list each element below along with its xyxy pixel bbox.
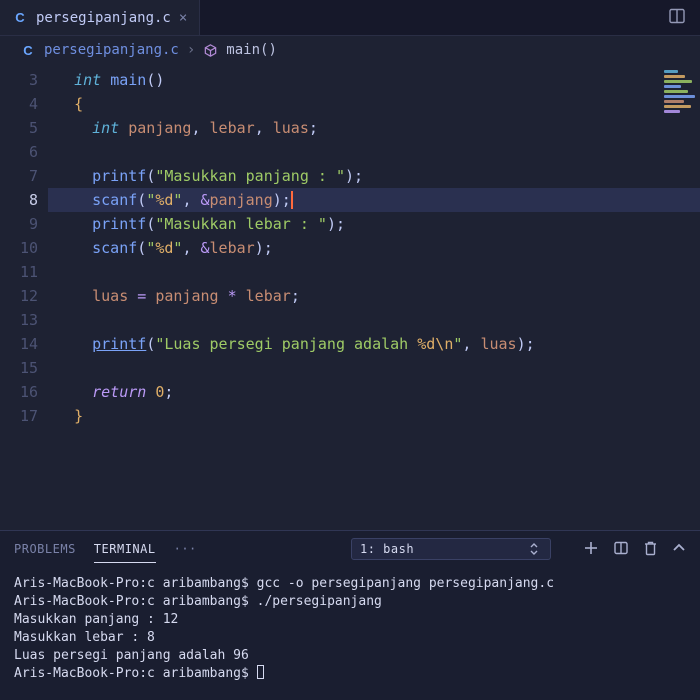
maximize-panel-icon[interactable]: [672, 542, 686, 556]
bottom-panel: PROBLEMS TERMINAL ··· 1: bash Aris-Ma: [0, 530, 700, 700]
line-number-gutter: 34567891011121314151617: [0, 68, 52, 428]
terminal-line: Aris-MacBook-Pro:c aribambang$ gcc -o pe…: [14, 575, 686, 593]
line-number: 15: [0, 356, 38, 380]
line-number: 17: [0, 404, 38, 428]
line-number: 7: [0, 164, 38, 188]
line-number: 14: [0, 332, 38, 356]
terminal-select-label: 1: bash: [360, 542, 414, 556]
code-area[interactable]: int main() { int panjang, lebar, luas; p…: [52, 68, 700, 428]
panel-more-icon[interactable]: ···: [174, 542, 197, 556]
line-number: 8: [0, 188, 38, 212]
close-tab-icon[interactable]: ×: [179, 10, 187, 26]
code-line[interactable]: }: [52, 404, 700, 428]
terminal-line: Masukkan lebar : 8: [14, 629, 686, 647]
code-line[interactable]: return 0;: [52, 380, 700, 404]
terminal-cursor: [257, 665, 264, 679]
select-arrows-icon: [526, 543, 542, 555]
editor[interactable]: 34567891011121314151617 int main() { int…: [0, 66, 700, 524]
line-number: 9: [0, 212, 38, 236]
code-line[interactable]: printf("Masukkan panjang : ");: [52, 164, 700, 188]
terminal-line: Aris-MacBook-Pro:c aribambang$ ./persegi…: [14, 593, 686, 611]
line-number: 12: [0, 284, 38, 308]
code-line[interactable]: int main(): [52, 68, 700, 92]
breadcrumb[interactable]: C persegipanjang.c › main(): [0, 36, 700, 66]
code-line[interactable]: [52, 140, 700, 164]
code-line[interactable]: printf("Luas persegi panjang adalah %d\n…: [52, 332, 700, 356]
code-line[interactable]: [52, 356, 700, 380]
symbol-method-icon: [203, 43, 218, 58]
terminal-line: Masukkan panjang : 12: [14, 611, 686, 629]
code-line[interactable]: luas = panjang * lebar;: [52, 284, 700, 308]
chevron-right-icon: ›: [187, 42, 195, 58]
code-line[interactable]: printf("Masukkan lebar : ");: [52, 212, 700, 236]
split-editor-icon[interactable]: [654, 7, 700, 29]
tab-problems[interactable]: PROBLEMS: [14, 542, 76, 556]
line-number: 3: [0, 68, 38, 92]
line-number: 4: [0, 92, 38, 116]
editor-cursor: [291, 191, 293, 209]
code-line[interactable]: scanf("%d", &lebar);: [52, 236, 700, 260]
terminal-select[interactable]: 1: bash: [351, 538, 551, 560]
tab-terminal[interactable]: TERMINAL: [94, 542, 156, 563]
code-line[interactable]: scanf("%d", &panjang);: [48, 188, 700, 212]
terminal-line: Luas persegi panjang adalah 96: [14, 647, 686, 665]
editor-tab[interactable]: C persegipanjang.c ×: [0, 0, 200, 35]
line-number: 5: [0, 116, 38, 140]
panel-tab-bar: PROBLEMS TERMINAL ··· 1: bash: [0, 531, 700, 567]
code-line[interactable]: {: [52, 92, 700, 116]
line-number: 13: [0, 308, 38, 332]
tab-bar: C persegipanjang.c ×: [0, 0, 700, 36]
breadcrumb-file: persegipanjang.c: [44, 42, 179, 58]
line-number: 6: [0, 140, 38, 164]
terminal-output[interactable]: Aris-MacBook-Pro:c aribambang$ gcc -o pe…: [0, 567, 700, 700]
line-number: 11: [0, 260, 38, 284]
split-terminal-icon[interactable]: [613, 540, 629, 559]
c-file-icon: C: [20, 42, 36, 58]
code-line[interactable]: int panjang, lebar, luas;: [52, 116, 700, 140]
code-line[interactable]: [52, 260, 700, 284]
line-number: 10: [0, 236, 38, 260]
terminal-line: Aris-MacBook-Pro:c aribambang$: [14, 665, 686, 683]
kill-terminal-icon[interactable]: [643, 540, 658, 559]
breadcrumb-symbol: main(): [226, 42, 277, 58]
new-terminal-icon[interactable]: [583, 540, 599, 559]
c-file-icon: C: [12, 10, 28, 26]
minimap[interactable]: [662, 68, 696, 128]
code-line[interactable]: [52, 308, 700, 332]
line-number: 16: [0, 380, 38, 404]
tab-title: persegipanjang.c: [36, 10, 171, 26]
